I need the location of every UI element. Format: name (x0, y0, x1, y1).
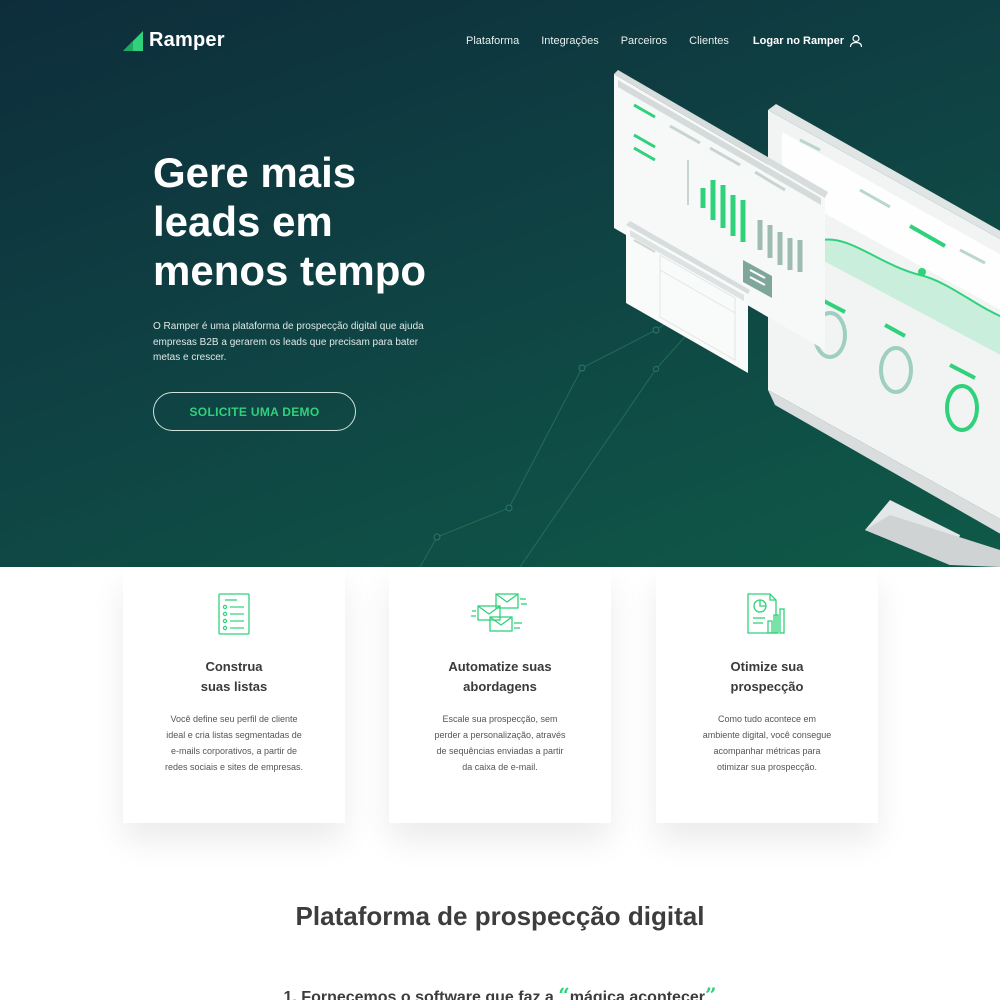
feature-text: Escale sua prospecção, sem perder a pers… (409, 711, 591, 775)
feature-text: Você define seu perfil de cliente ideal … (143, 711, 325, 775)
hero-title-line: menos tempo (153, 247, 427, 294)
subtitle-highlight: mágica acontecer (569, 989, 705, 1000)
hero-section: Ramper Plataforma Integrações Parceiros … (0, 0, 1000, 567)
feature-text-line: otimizar sua prospecção. (716, 762, 818, 772)
feature-text-line: Escale sua prospecção, sem (442, 714, 558, 724)
envelopes-icon (471, 593, 527, 632)
feature-card-automate: Automatize suas abordagens Escale sua pr… (389, 567, 611, 823)
feature-text-line: perder a personalização, através (434, 730, 566, 740)
subtitle-prefix: 1. Fornecemos o software que faz a (283, 989, 559, 1000)
feature-title-line: Construa (205, 659, 263, 674)
feature-text-line: da caixa de e-mail. (462, 762, 538, 772)
user-icon (849, 34, 863, 48)
nav-item-parceiros[interactable]: Parceiros (621, 35, 667, 47)
feature-text-line: e-mails corporativos, a partir de (170, 746, 298, 756)
list-document-icon (218, 593, 250, 635)
hero-description: O Ramper é uma plataforma de prospecção … (153, 321, 424, 363)
feature-title: Automatize suas abordagens (399, 657, 601, 697)
section-title: Plataforma de prospecção digital (295, 901, 705, 931)
feature-title-line: Otimize sua (730, 659, 804, 674)
main-nav: Plataforma Integrações Parceiros Cliente… (444, 34, 863, 48)
feature-title-line: abordagens (463, 679, 537, 694)
feature-text-line: ideal e cria listas segmentadas de (166, 730, 302, 740)
feature-title-line: prospecção (730, 679, 804, 694)
login-label: Logar no Ramper (752, 35, 844, 47)
quote-close: ” (704, 983, 717, 1000)
feature-text-line: redes sociais e sites de empresas. (164, 762, 304, 772)
section-subtitle: 1. Fornecemos o software que faz a “mági… (0, 983, 1000, 1000)
login-link[interactable]: Logar no Ramper (753, 34, 863, 48)
logo-text: Ramper (149, 29, 225, 51)
feature-text-line: Como tudo acontece em (717, 714, 817, 724)
hero-title-line: leads em (153, 198, 333, 245)
nav-item-integracoes[interactable]: Integrações (541, 35, 598, 47)
quote-open: “ (558, 983, 570, 1000)
feature-text: Como tudo acontece em ambiente digital, … (676, 711, 858, 775)
feature-text-line: ambiente digital, você consegue (702, 730, 832, 740)
logo-mark-icon (123, 30, 143, 51)
feature-text-line: acompanhar métricas para (713, 746, 821, 756)
logo[interactable]: Ramper (123, 29, 225, 52)
feature-title: Otimize sua prospecção (666, 657, 868, 697)
feature-card-build-lists: Construa suas listas Você define seu per… (123, 567, 345, 823)
feature-title-line: Automatize suas (448, 659, 552, 674)
hero-title: Gere mais leads em menos tempo (153, 148, 473, 295)
request-demo-button[interactable]: SOLICITE UMA DEMO (153, 392, 356, 431)
report-chart-icon (747, 593, 785, 634)
hero-title-line: Gere mais (153, 149, 357, 196)
feature-title: Construa suas listas (133, 657, 335, 697)
feature-card-optimize: Otimize sua prospecção Como tudo acontec… (656, 567, 878, 823)
nav-item-clientes[interactable]: Clientes (689, 35, 729, 47)
feature-text-line: de sequências enviadas a partir (436, 746, 564, 756)
feature-text-line: Você define seu perfil de cliente (170, 714, 298, 724)
dashboard-illustration (614, 70, 1000, 567)
feature-title-line: suas listas (200, 679, 268, 694)
nav-item-plataforma[interactable]: Plataforma (466, 35, 519, 47)
